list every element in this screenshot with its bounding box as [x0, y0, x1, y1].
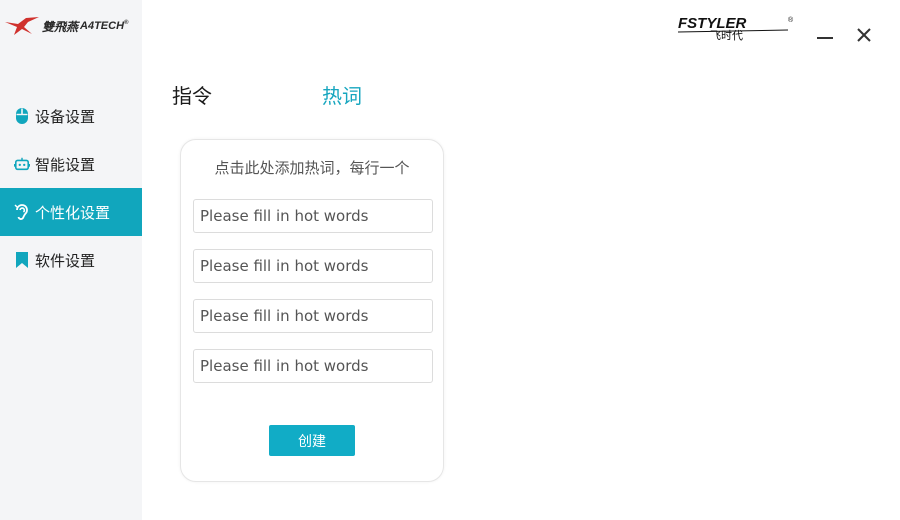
brand-logo: 雙飛燕 A4TECH® [4, 14, 140, 38]
brand-name-cn: 雙飛燕 [42, 19, 79, 34]
sidebar-item-label: 软件设置 [35, 251, 96, 270]
create-button[interactable]: 创建 [269, 425, 355, 456]
sidebar-item-label: 个性化设置 [35, 203, 111, 222]
hotword-input-2[interactable] [193, 249, 433, 283]
hotword-input-4[interactable] [193, 349, 433, 383]
tab-commands[interactable]: 指令 [172, 80, 212, 109]
close-icon [857, 28, 871, 42]
hotword-input-1[interactable] [193, 199, 433, 233]
ear-icon [14, 203, 30, 221]
bookmark-icon [14, 251, 30, 269]
fstyler-logo: FSTYLER ® 飞时代 [676, 14, 798, 44]
svg-text:®: ® [788, 16, 794, 24]
hotwords-panel: 点击此处添加热词，每行一个 创建 [180, 139, 444, 482]
mouse-icon [14, 107, 30, 125]
robot-icon [14, 155, 30, 173]
close-button[interactable] [853, 24, 875, 46]
hotword-input-3[interactable] [193, 299, 433, 333]
sidebar-nav: 设备设置 智能设置 个性化设置 软件设置 [0, 92, 142, 284]
sidebar-item-smart-settings[interactable]: 智能设置 [0, 140, 142, 188]
hotwords-hint[interactable]: 点击此处添加热词，每行一个 [181, 157, 443, 178]
sidebar-item-label: 智能设置 [35, 155, 96, 174]
sidebar-item-personalization[interactable]: 个性化设置 [0, 188, 142, 236]
sidebar-item-software-settings[interactable]: 软件设置 [0, 236, 142, 284]
brand-name-en: A4TECH® [80, 20, 129, 32]
minimize-button[interactable] [814, 24, 836, 46]
sidebar-item-device-settings[interactable]: 设备设置 [0, 92, 142, 140]
minimize-icon [817, 37, 833, 39]
sidebar: 雙飛燕 A4TECH® 设备设置 智能设置 个性化设置 软件设置 [0, 0, 142, 520]
swallow-logo-icon [5, 17, 39, 35]
tab-hotwords[interactable]: 热词 [322, 80, 362, 109]
sidebar-item-label: 设备设置 [35, 107, 96, 126]
